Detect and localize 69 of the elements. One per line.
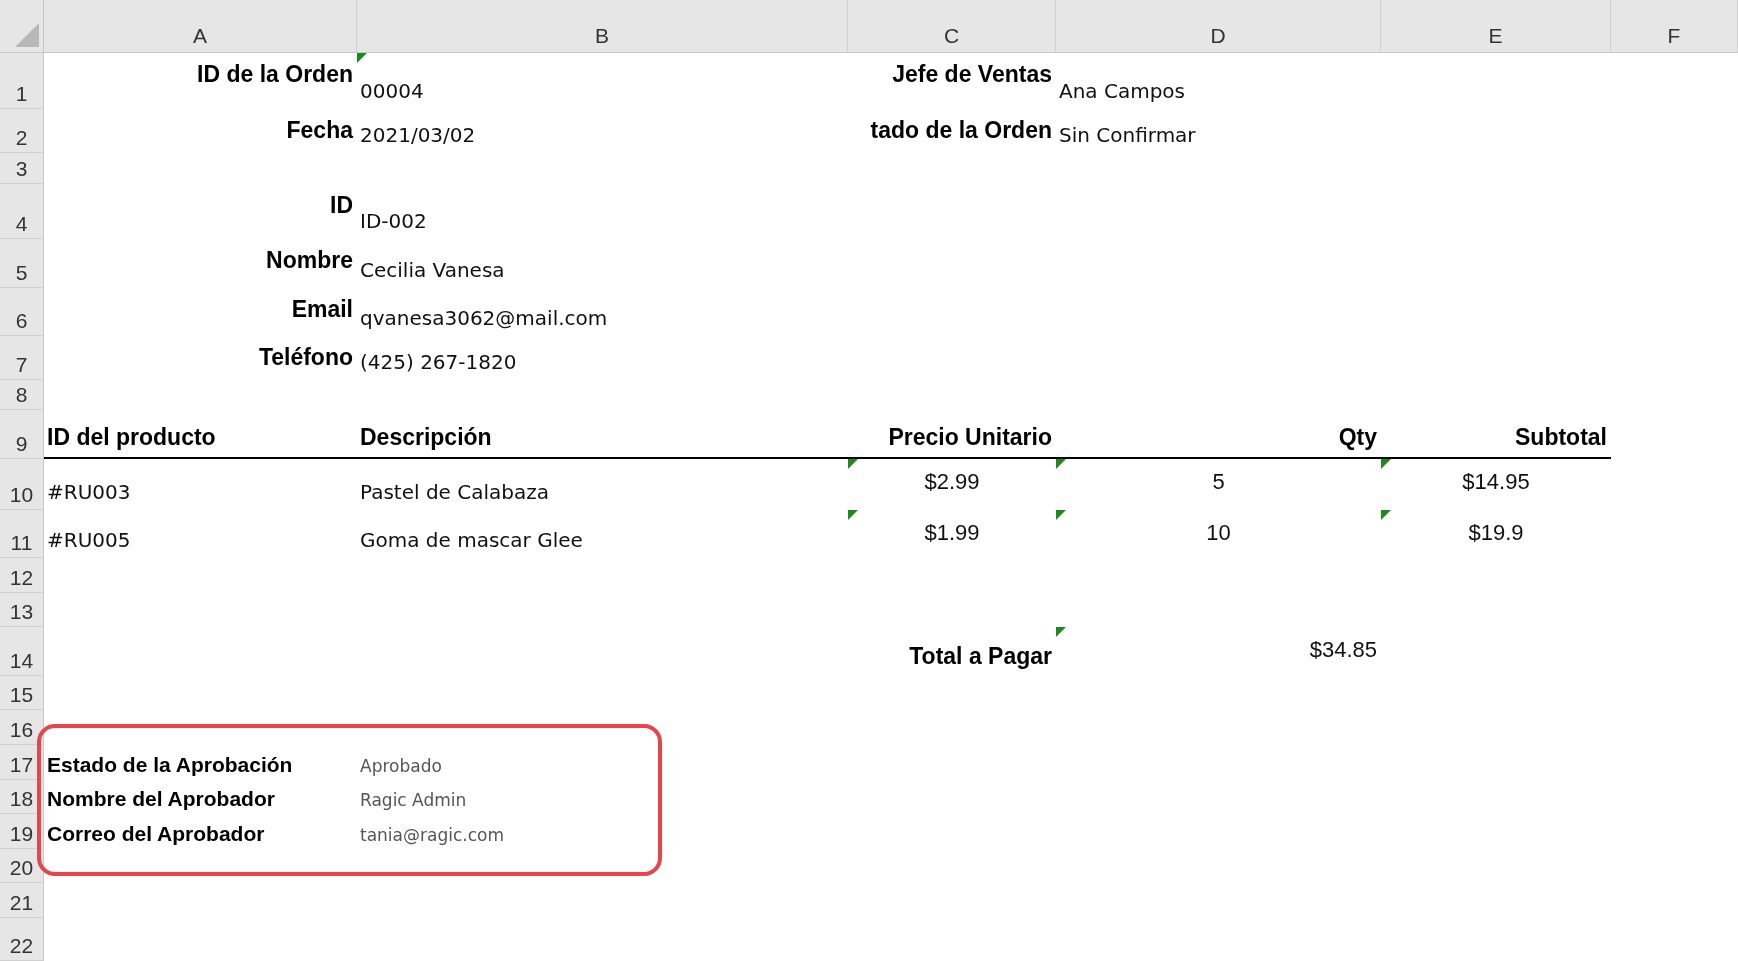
field-label: Teléfono [258,344,353,371]
row-header[interactable]: 21 [0,883,44,918]
cell-value: $14.95 [1462,469,1530,495]
column-header[interactable]: E [1381,0,1611,53]
column-header[interactable]: D [1056,0,1381,53]
column-header[interactable]: F [1611,0,1738,53]
row-header[interactable]: 3 [0,153,44,184]
cell-value: #RU005 [47,528,131,552]
row-header[interactable]: 19 [0,814,44,849]
cell-value: $2.99 [924,469,980,495]
field-label: Jefe de Ventas [892,61,1052,88]
cell-value: Ragic Admin [360,790,467,810]
row-header[interactable]: 1 [0,53,44,109]
corner-triangle-icon [15,23,39,47]
column-heading: Descripción [360,424,492,451]
column-heading: Qty [1338,424,1377,451]
cell-value: Sin Confirmar [1059,123,1196,147]
row-header[interactable]: 5 [0,239,44,288]
cell-value: 5 [1212,469,1225,495]
column-header[interactable]: B [357,0,848,53]
cell-value: $1.99 [924,520,980,546]
cell-value: Aprobado [360,756,442,776]
cell-value: 00004 [360,79,424,103]
field-label: Nombre del Aprobador [47,787,275,811]
cell-value: Ana Campos [1059,79,1186,103]
row-header[interactable]: 2 [0,109,44,153]
row-header[interactable]: 12 [0,558,44,593]
row-header[interactable]: 18 [0,780,44,814]
field-label: ID [330,192,353,219]
cell-value: 2021/03/02 [360,123,476,147]
cell-value: Goma de mascar Glee [360,528,583,552]
row-header[interactable]: 13 [0,593,44,627]
cell-value: ID-002 [360,209,427,233]
row-header[interactable]: 4 [0,184,44,239]
cell-value: Cecilia Vanesa [360,258,505,282]
row-header[interactable]: 6 [0,288,44,336]
column-heading: Total a Pagar [909,643,1052,670]
cell-value: 10 [1206,520,1231,546]
row-header[interactable]: 7 [0,336,44,380]
field-label: ID de la Orden [197,61,353,88]
column-header[interactable]: C [848,0,1056,53]
column-heading: ID del producto [47,424,216,451]
field-label: Fecha [286,117,353,144]
row-header[interactable]: 16 [0,710,44,745]
row-header[interactable]: 11 [0,510,44,558]
cell-value: $34.85 [1309,637,1377,663]
column-heading: Subtotal [1515,424,1607,451]
cell-value: (425) 267-1820 [360,350,517,374]
cell-value: tania@ragic.com [360,825,504,845]
cell-value: #RU003 [47,480,131,504]
row-header[interactable]: 15 [0,676,44,710]
cell-value: Pastel de Calabaza [360,480,549,504]
field-label: Estado de la Aprobación [47,753,293,777]
field-label: Nombre [266,247,353,274]
cell-value: qvanesa3062@mail.com [360,306,608,330]
column-header[interactable]: A [44,0,357,53]
row-header[interactable]: 14 [0,627,44,676]
row-header[interactable]: 20 [0,849,44,883]
field-label: Email [291,296,353,323]
field-label: tado de la Orden [870,117,1052,144]
row-header[interactable]: 9 [0,410,44,459]
row-header[interactable]: 8 [0,380,44,410]
row-header[interactable]: 22 [0,918,44,961]
field-label: Correo del Aprobador [47,822,265,846]
select-all-corner[interactable] [0,0,44,53]
column-heading: Precio Unitario [888,424,1052,451]
cell-value: $19.9 [1468,520,1524,546]
row-header[interactable]: 10 [0,459,44,510]
row-header[interactable]: 17 [0,745,44,780]
